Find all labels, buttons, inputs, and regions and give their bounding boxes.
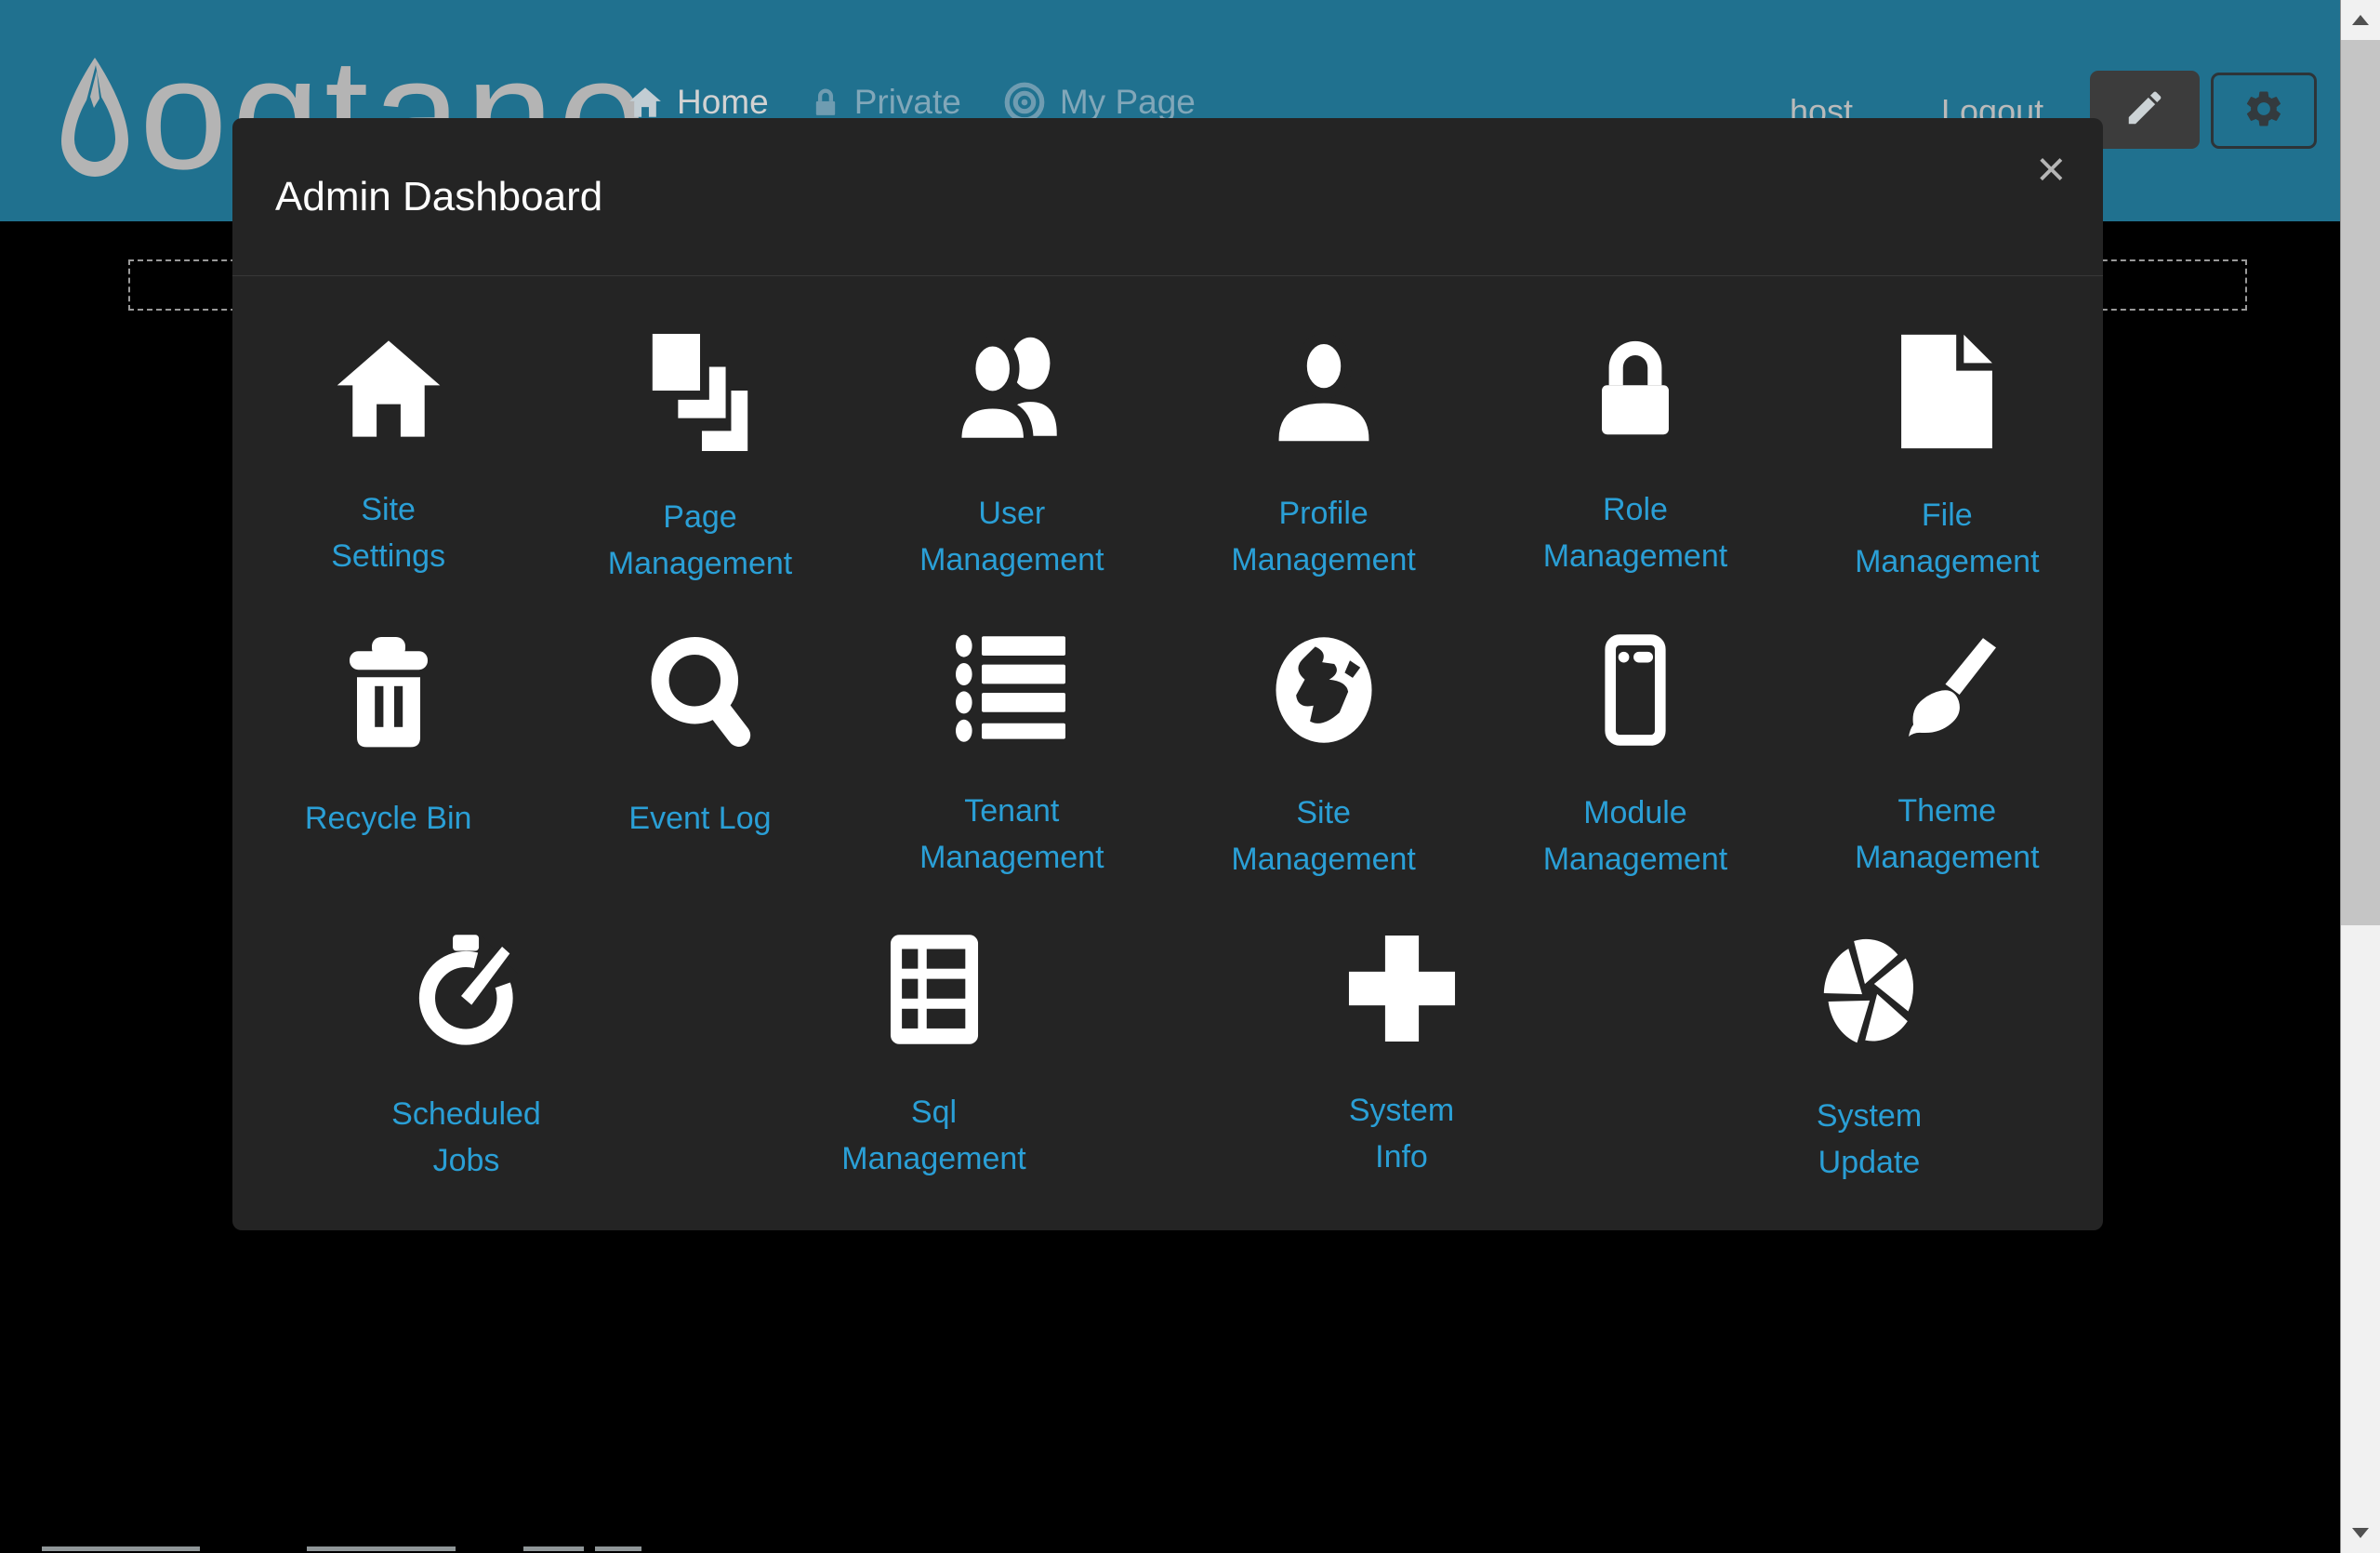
home-icon <box>628 86 662 119</box>
aperture-icon <box>1819 933 1920 1050</box>
list-icon <box>956 633 1067 745</box>
tile-label: File Management <box>1855 492 2039 585</box>
tile-system-update[interactable]: System Update <box>1635 875 2103 1175</box>
magnifier-icon <box>647 633 753 752</box>
close-icon[interactable]: × <box>2036 144 2066 194</box>
scroll-up-button[interactable] <box>2341 0 2380 40</box>
tile-label: Page Management <box>608 494 792 587</box>
browser-icon <box>1605 633 1666 747</box>
target-icon <box>1004 82 1045 123</box>
tile-event-log[interactable]: Event Log <box>544 576 855 875</box>
tile-label: System Info <box>1349 1087 1454 1180</box>
person-icon <box>1266 334 1382 447</box>
oqtane-droplet-logo-icon <box>60 58 130 189</box>
nav-item-home[interactable]: Home <box>628 83 769 122</box>
tile-label: Scheduled Jobs <box>391 1091 541 1184</box>
tile-scheduled-jobs[interactable]: Scheduled Jobs <box>232 875 700 1175</box>
tile-site-settings[interactable]: Site Settings <box>232 276 544 576</box>
tile-module-management[interactable]: Module Management <box>1479 576 1791 875</box>
tile-sql-management[interactable]: Sql Management <box>700 875 1168 1175</box>
tile-label: Module Management <box>1543 790 1727 883</box>
file-icon <box>1897 334 1996 449</box>
edit-mode-button[interactable] <box>2090 71 2200 149</box>
tile-label: Profile Management <box>1231 490 1415 583</box>
globe-icon <box>1272 633 1376 747</box>
lock-icon <box>812 86 840 119</box>
admin-tiles-grid: Site SettingsPage ManagementUser Managem… <box>232 276 2103 1175</box>
tile-profile-management[interactable]: Profile Management <box>1168 276 1479 576</box>
spreadsheet-icon <box>889 933 980 1046</box>
tile-label: Tenant Management <box>919 788 1104 881</box>
nav-label: Private <box>854 83 961 122</box>
timer-icon <box>415 933 519 1048</box>
tile-label: Recycle Bin <box>305 795 472 842</box>
vertical-scrollbar[interactable] <box>2340 0 2380 1553</box>
tile-user-management[interactable]: User Management <box>856 276 1168 576</box>
pencil-icon <box>2123 86 2166 134</box>
nav-item-private[interactable]: Private <box>812 83 961 122</box>
tile-label: Role Management <box>1543 486 1727 579</box>
modal-title: Admin Dashboard <box>275 174 602 220</box>
trash-icon <box>344 633 433 752</box>
modal-header: Admin Dashboard × <box>232 118 2103 276</box>
clipped-footer-fragment <box>307 1546 456 1551</box>
brush-icon <box>1897 633 1996 745</box>
nav-label: Home <box>677 83 769 122</box>
layers-icon <box>652 334 748 451</box>
clipped-footer-fragment <box>595 1546 641 1551</box>
tile-system-info[interactable]: System Info <box>1168 875 1635 1175</box>
tile-tenant-management[interactable]: Tenant Management <box>856 576 1168 875</box>
tile-page-management[interactable]: Page Management <box>544 276 855 576</box>
settings-button[interactable] <box>2211 73 2317 149</box>
scrollbar-thumb[interactable] <box>2341 40 2380 925</box>
tile-label: Theme Management <box>1855 788 2039 881</box>
arrow-down-icon <box>2352 1528 2369 1538</box>
admin-dashboard-modal: Admin Dashboard × Site Settings Page Mana… <box>232 118 2103 1230</box>
people-icon <box>949 334 1074 447</box>
medical-cross-icon <box>1347 933 1457 1044</box>
tile-label: Event Log <box>628 795 771 842</box>
tile-label: System Update <box>1817 1093 1922 1186</box>
nav-label: My Page <box>1060 83 1196 122</box>
tile-site-management[interactable]: Site Management <box>1168 576 1479 875</box>
clipped-footer-fragment <box>523 1546 584 1551</box>
tile-label: Site Management <box>1231 790 1415 883</box>
arrow-up-icon <box>2352 15 2369 25</box>
scroll-down-button[interactable] <box>2341 1513 2380 1553</box>
clipped-footer-fragment <box>42 1546 200 1551</box>
tile-theme-management[interactable]: Theme Management <box>1792 576 2103 875</box>
tile-label: Site Settings <box>331 486 445 579</box>
tile-role-management[interactable]: Role Management <box>1479 276 1791 576</box>
tile-label: Sql Management <box>841 1089 1025 1182</box>
tile-file-management[interactable]: File Management <box>1792 276 2103 576</box>
nav-item-my-page[interactable]: My Page <box>1004 82 1196 123</box>
tile-recycle-bin[interactable]: Recycle Bin <box>232 576 544 875</box>
tile-label: User Management <box>919 490 1104 583</box>
gear-icon <box>2242 87 2285 135</box>
home-icon <box>333 334 444 444</box>
lock-icon <box>1586 334 1685 444</box>
